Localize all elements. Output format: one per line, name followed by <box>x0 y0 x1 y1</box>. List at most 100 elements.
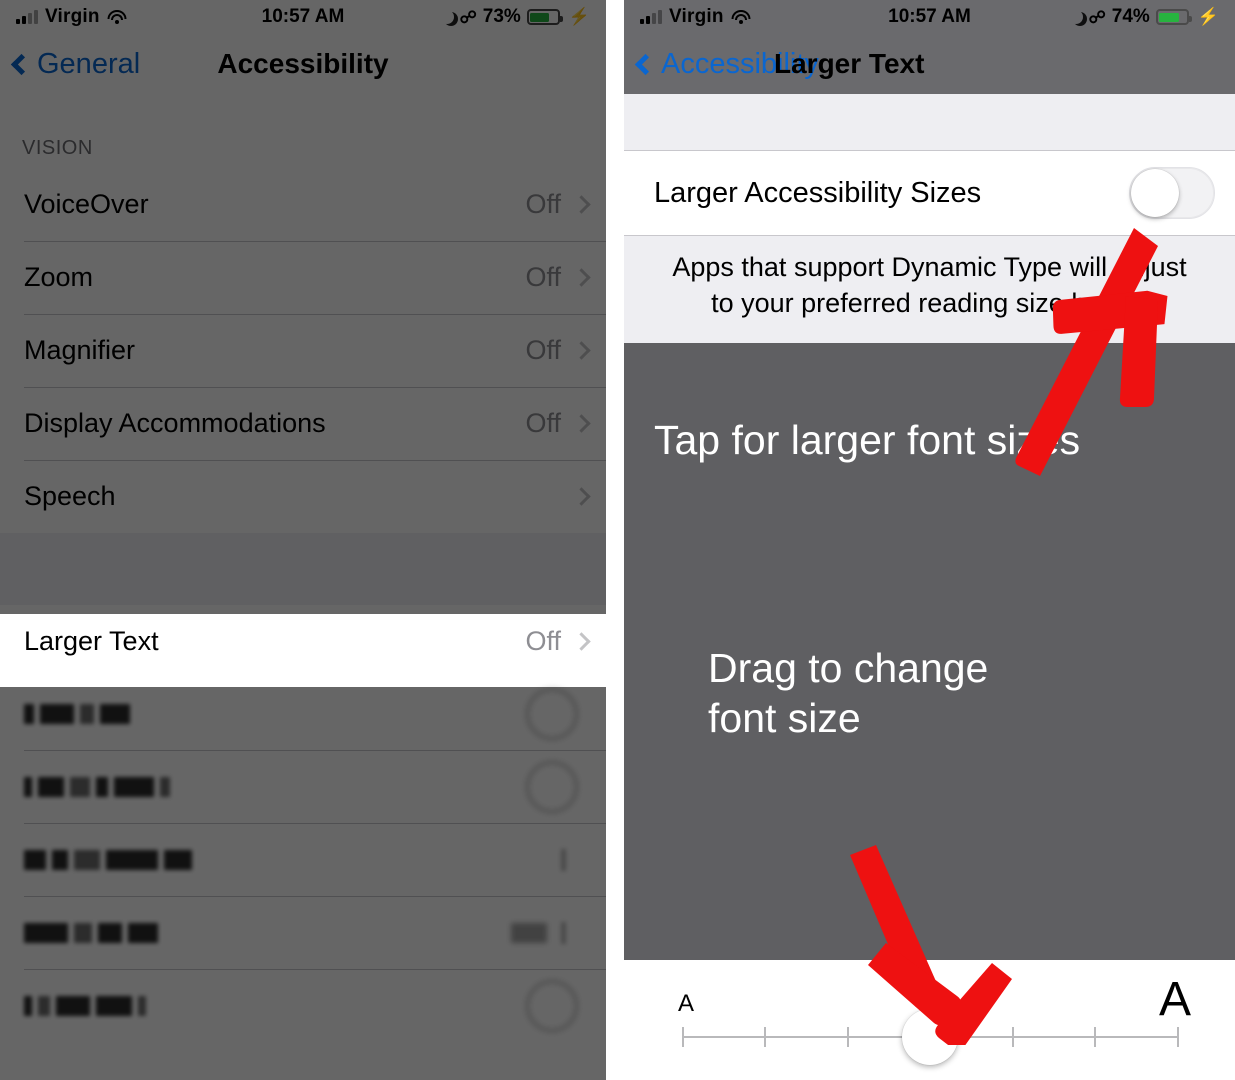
table-row[interactable] <box>0 750 606 823</box>
back-button-general[interactable]: General <box>10 47 141 81</box>
chevron-right-icon <box>572 631 591 651</box>
slider-tick <box>1094 1027 1097 1047</box>
section-gap-band <box>624 94 1235 151</box>
bluetooth-icon: ☍ <box>1088 7 1106 27</box>
carrier-label: Virgin <box>45 6 100 27</box>
font-size-slider[interactable] <box>682 1009 1179 1065</box>
lightning-bolt-icon: ⚡ <box>568 7 590 26</box>
right-nav-bar: Accessibility Larger Text <box>624 34 1235 94</box>
toggle-label: Larger Accessibility Sizes <box>654 176 982 209</box>
vision-list: VoiceOver Off Zoom Off Magnifier Off Dis… <box>0 168 606 533</box>
chevron-right-icon <box>572 268 591 287</box>
table-row[interactable] <box>0 677 606 750</box>
table-row[interactable] <box>0 896 606 969</box>
back-button-accessibility[interactable]: Accessibility <box>634 47 819 81</box>
obscured-label <box>24 703 526 724</box>
slider-tick <box>1177 1027 1179 1047</box>
list-item-label: Speech <box>24 481 116 511</box>
blurred-value <box>511 922 547 943</box>
moon-icon <box>440 10 454 24</box>
callout-drag-line2: font size <box>708 695 861 742</box>
blurred-accessory-icon <box>561 848 566 871</box>
obscured-label <box>24 849 561 870</box>
list-item-magnifier[interactable]: Magnifier Off <box>0 314 606 387</box>
helper-text: Apps that support Dynamic Type will adju… <box>624 236 1235 344</box>
moon-icon <box>1069 10 1083 24</box>
chevron-right-icon <box>572 341 591 360</box>
left-nav-bar: General Accessibility <box>0 34 606 94</box>
battery-icon <box>526 9 563 25</box>
blurred-accessory-icon <box>526 979 578 1032</box>
blurred-accessory-icon <box>561 921 566 944</box>
bluetooth-icon: ☍ <box>459 7 477 27</box>
callout-drag-line1: Drag to change <box>708 645 989 692</box>
slider-max-label: A <box>1158 973 1191 1026</box>
list-item-voiceover[interactable]: VoiceOver Off <box>0 168 606 241</box>
status-left-group: Virgin <box>16 6 303 28</box>
left-phone-screen: Virgin 10:57 AM ☍ 73% ⚡ General Accessib… <box>0 0 606 1080</box>
chevron-left-icon <box>634 53 657 75</box>
list-item-label: Display Accommodations <box>24 408 326 438</box>
list-item-label: VoiceOver <box>24 189 149 219</box>
panel-divider <box>606 0 624 1080</box>
right-phone-screen: Virgin 10:57 AM ☍ 74% ⚡ Accessibility La <box>624 0 1235 1080</box>
list-item-value: Off <box>525 189 561 219</box>
list-item-larger-text[interactable]: Larger Text Off <box>0 605 606 677</box>
list-item-value: Off <box>525 408 561 438</box>
list-item-value: Off <box>525 335 561 365</box>
blurred-accessory-icon <box>526 687 578 740</box>
right-header-area: Virgin 10:57 AM ☍ 74% ⚡ Accessibility La <box>624 0 1235 94</box>
table-row[interactable] <box>0 823 606 896</box>
list-section-gap <box>0 533 606 605</box>
lightning-bolt-icon: ⚡ <box>1197 7 1219 26</box>
back-button-label: Accessibility <box>661 47 819 80</box>
slider-min-label: A <box>678 990 695 1017</box>
callout-drag-text: Drag to change font size <box>708 643 988 743</box>
battery-icon <box>1155 9 1192 25</box>
list-item-zoom[interactable]: Zoom Off <box>0 241 606 314</box>
right-status-bar: Virgin 10:57 AM ☍ 74% ⚡ <box>624 0 1235 34</box>
wifi-icon <box>107 9 127 25</box>
wifi-icon <box>731 9 751 25</box>
battery-percent-label: 74% <box>1111 6 1150 27</box>
list-item-display-accommodations[interactable]: Display Accommodations Off <box>0 387 606 460</box>
signal-bars-icon <box>16 10 38 24</box>
battery-percent-label: 73% <box>482 6 521 27</box>
list-item-speech[interactable]: Speech <box>0 460 606 533</box>
chevron-right-icon <box>572 414 591 433</box>
section-header-vision: VISION <box>22 137 93 159</box>
obscured-label <box>24 922 511 943</box>
callout-tap-text: Tap for larger font sizes <box>654 417 1081 464</box>
slider-tick <box>764 1027 767 1047</box>
chevron-right-icon <box>572 487 591 506</box>
list-item-value: Off <box>525 262 561 292</box>
larger-accessibility-sizes-toggle[interactable] <box>1129 167 1215 219</box>
left-status-bar: Virgin 10:57 AM ☍ 73% ⚡ <box>0 0 606 34</box>
obscured-list <box>0 677 606 1042</box>
list-item-value: Off <box>525 625 561 656</box>
slider-tick <box>1011 1027 1014 1047</box>
dual-phone-screenshot: Virgin 10:57 AM ☍ 73% ⚡ General Accessib… <box>0 0 1235 1080</box>
font-size-slider-area: A A <box>624 960 1235 1080</box>
chevron-left-icon <box>10 53 33 75</box>
slider-tick <box>846 1027 849 1047</box>
carrier-label: Virgin <box>669 6 724 27</box>
toggle-knob <box>1131 169 1179 217</box>
status-right-group: ☍ 74% ⚡ <box>930 6 1219 28</box>
obscured-label <box>24 776 526 797</box>
larger-text-section: Larger Text Off <box>0 605 606 677</box>
page-title: Larger Text <box>774 48 925 79</box>
blurred-accessory-icon <box>526 760 578 813</box>
table-row[interactable] <box>0 969 606 1042</box>
status-right-group: ☍ 73% ⚡ <box>303 6 590 28</box>
dimmed-content-area: Tap for larger font sizes Drag to change… <box>624 343 1235 960</box>
list-item-label: Zoom <box>24 262 94 292</box>
back-button-label: General <box>37 47 141 80</box>
obscured-label <box>24 995 526 1016</box>
list-item-label: Larger Text <box>24 625 159 656</box>
signal-bars-icon <box>640 10 662 24</box>
larger-accessibility-sizes-row[interactable]: Larger Accessibility Sizes <box>624 151 1235 236</box>
list-item-label: Magnifier <box>24 335 136 365</box>
chevron-right-icon <box>572 195 591 214</box>
slider-thumb[interactable] <box>901 1009 958 1065</box>
